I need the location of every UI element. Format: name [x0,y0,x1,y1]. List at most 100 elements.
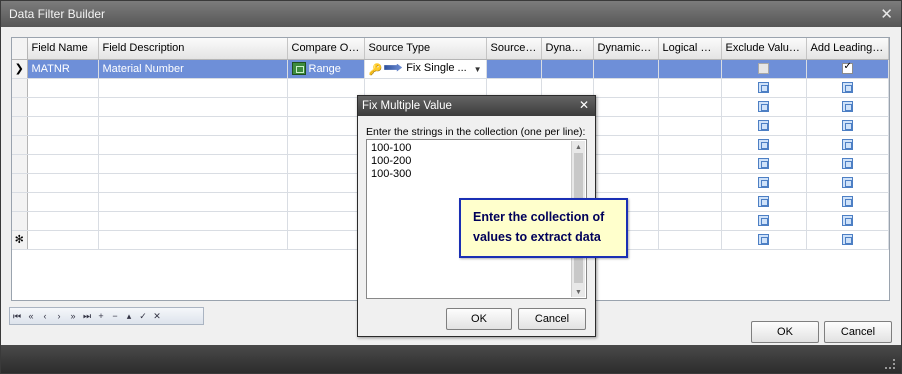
empty-cell[interactable] [98,173,288,193]
exclude-value-cell[interactable] [721,135,807,155]
empty-cell[interactable] [593,135,659,155]
column-header[interactable]: Add Leading ... [806,38,889,60]
exclude-value-cell[interactable] [721,78,807,98]
empty-cell[interactable] [98,192,288,212]
empty-cell[interactable] [658,192,722,212]
empty-cell[interactable] [658,78,722,98]
scroll-up-icon[interactable]: ▲ [572,141,585,152]
dialog-cancel-button[interactable]: Cancel [518,308,586,330]
add-leading-cell[interactable] [806,230,889,250]
row-indicator[interactable]: ✻ [12,230,28,250]
empty-cell[interactable] [98,135,288,155]
empty-cell[interactable] [287,97,365,117]
exclude-value-cell[interactable] [721,192,807,212]
column-header[interactable]: Dynami... [541,38,594,60]
empty-cell[interactable] [27,192,99,212]
column-header[interactable]: Logical O... [658,38,722,60]
exclude-value-cell[interactable] [721,211,807,231]
nav-remove-icon[interactable]: − [108,308,122,324]
row-indicator[interactable] [12,116,28,136]
empty-cell[interactable] [27,211,99,231]
empty-cell[interactable] [658,211,722,231]
add-leading-cell[interactable] [806,154,889,174]
empty-cell[interactable] [98,154,288,174]
row-indicator[interactable] [12,135,28,155]
empty-cell[interactable] [658,173,722,193]
empty-cell[interactable] [486,59,542,79]
empty-cell[interactable] [593,116,659,136]
column-header[interactable]: Compare Op... [287,38,365,60]
dialog-close-icon[interactable]: ✕ [579,98,589,112]
nav-apply-icon[interactable]: ✓ [136,308,150,324]
row-indicator[interactable] [12,78,28,98]
empty-cell[interactable] [593,154,659,174]
empty-cell[interactable] [98,211,288,231]
add-leading-cell[interactable] [806,173,889,193]
add-leading-cell[interactable] [806,135,889,155]
nav-prev-page-icon[interactable]: « [24,308,38,324]
empty-cell[interactable] [658,116,722,136]
add-leading-cell[interactable] [806,192,889,212]
empty-cell[interactable] [658,154,722,174]
table-row[interactable]: ❯ MATNR Material Number Range 🔑 Fix Single ..… [12,59,889,79]
empty-cell[interactable] [287,116,365,136]
empty-cell[interactable] [27,116,99,136]
source-type-dropdown[interactable]: 🔑 Fix Single ... ▼ [364,59,487,79]
empty-cell[interactable] [27,154,99,174]
column-header[interactable]: Field Name [27,38,99,60]
field-name-cell[interactable]: MATNR [27,59,99,79]
exclude-value-cell[interactable] [721,59,807,79]
empty-cell[interactable] [287,78,365,98]
cancel-button[interactable]: Cancel [824,321,892,343]
row-indicator[interactable]: ❯ [12,59,28,79]
add-leading-cell[interactable] [806,116,889,136]
empty-cell[interactable] [287,135,365,155]
nav-next-page-icon[interactable]: » [66,308,80,324]
ok-button[interactable]: OK [751,321,819,343]
row-indicator[interactable] [12,192,28,212]
row-indicator[interactable] [12,211,28,231]
empty-cell[interactable] [287,192,365,212]
row-indicator[interactable] [12,173,28,193]
empty-cell[interactable] [593,97,659,117]
field-description-cell[interactable]: Material Number [98,59,288,79]
add-leading-cell[interactable] [806,59,889,79]
exclude-value-cell[interactable] [721,154,807,174]
nav-next-icon[interactable]: › [52,308,66,324]
empty-cell[interactable] [98,97,288,117]
nav-first-icon[interactable]: ⏮ [10,308,24,324]
empty-cell[interactable] [98,78,288,98]
empty-cell[interactable] [287,154,365,174]
empty-cell[interactable] [98,116,288,136]
empty-cell[interactable] [287,211,365,231]
empty-cell[interactable] [658,230,722,250]
add-leading-cell[interactable] [806,97,889,117]
compare-operator-cell[interactable]: Range [287,59,365,79]
exclude-value-cell[interactable] [721,97,807,117]
empty-cell[interactable] [27,97,99,117]
resize-grip-icon[interactable] [885,359,895,369]
column-header[interactable]: Dynamic F... [593,38,659,60]
empty-cell[interactable] [27,173,99,193]
exclude-value-cell[interactable] [721,173,807,193]
exclude-value-cell[interactable] [721,230,807,250]
nav-add-icon[interactable]: + [94,308,108,324]
dialog-ok-button[interactable]: OK [446,308,512,330]
row-indicator[interactable] [12,154,28,174]
scroll-down-icon[interactable]: ▼ [572,286,585,297]
exclude-value-cell[interactable] [721,116,807,136]
column-header[interactable]: Source Type [364,38,487,60]
empty-cell[interactable] [658,97,722,117]
column-header[interactable]: Exclude Value ... [721,38,807,60]
nav-last-icon[interactable]: ⏭ [80,308,94,324]
empty-cell[interactable] [287,173,365,193]
empty-cell[interactable] [287,230,365,250]
nav-cancel-icon[interactable]: ✕ [150,308,164,324]
empty-cell[interactable] [658,135,722,155]
nav-prev-icon[interactable]: ‹ [38,308,52,324]
empty-cell[interactable] [27,135,99,155]
add-leading-cell[interactable] [806,211,889,231]
window-close-icon[interactable]: ✕ [880,5,893,23]
empty-cell[interactable] [541,59,594,79]
empty-cell[interactable] [593,78,659,98]
